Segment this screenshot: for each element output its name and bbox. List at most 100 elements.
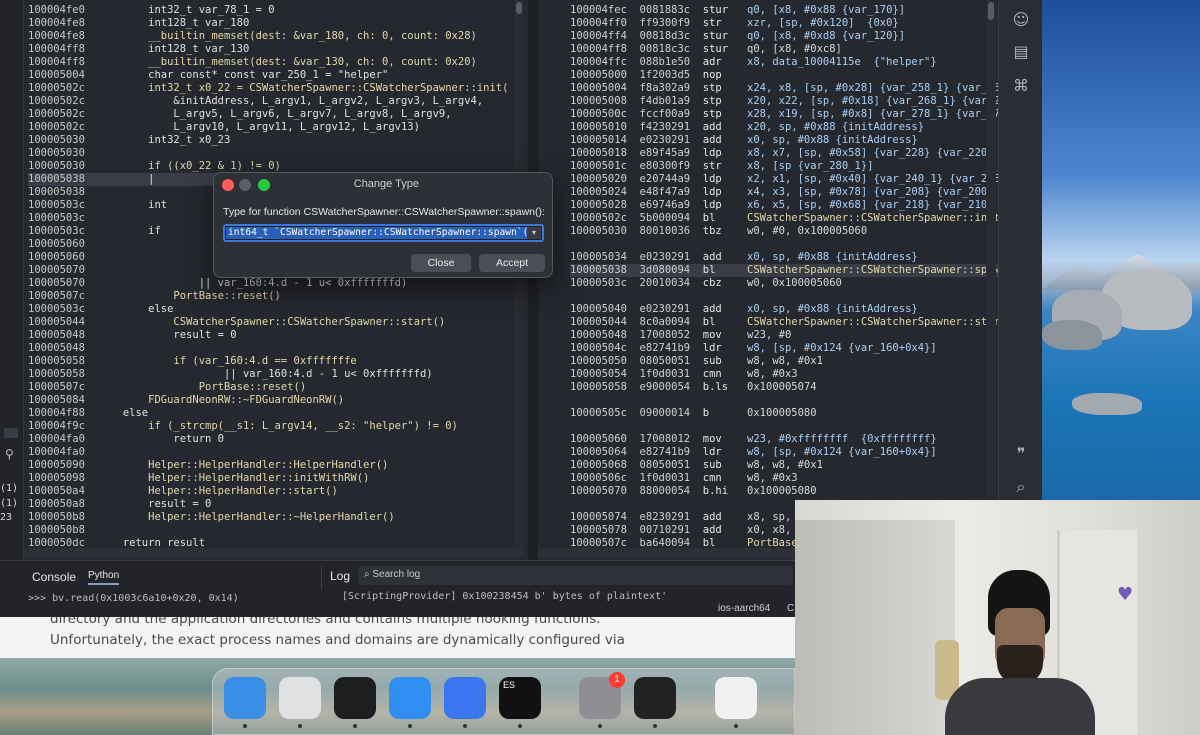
asm-operands[interactable]: x8, x7, [sp, #0x58] {var_228} {var_220}: [747, 147, 994, 159]
code-text[interactable]: if: [98, 225, 161, 237]
tab-python[interactable]: Python: [88, 570, 120, 585]
asm-operands[interactable]: w0, #0, 0x100005060: [747, 225, 867, 237]
asm-line[interactable]: 100005038 3d080094 bl CSWatcherSpawner::…: [570, 264, 998, 277]
code-line[interactable]: 100005084 FDGuardNeonRW::~FDGuardNeonRW(…: [28, 394, 508, 407]
code-line[interactable]: 10000503c else: [28, 303, 508, 316]
asm-operands[interactable]: x2, x1, [sp, #0x40] {var_240_1} {var_238…: [747, 173, 998, 185]
asm-line[interactable]: 100004ffc 088b1e50 adr x8, data_10004115…: [570, 56, 998, 69]
asm-line[interactable]: 100005018 e89f45a9 ldp x8, x7, [sp, #0x5…: [570, 147, 998, 160]
asm-line[interactable]: 10000502c 5b000094 bl CSWatcherSpawner::…: [570, 212, 998, 225]
code-text[interactable]: int32_t x0_22 = CSWatcherSpawner::CSWatc…: [98, 82, 508, 94]
asm-line[interactable]: 100004ff0 ff9300f9 str xzr, [sp, #0x120]…: [570, 17, 998, 30]
asm-line[interactable]: 100005044 8c0a0094 bl CSWatcherSpawner::…: [570, 316, 998, 329]
asm-operands[interactable]: w8, w8, #0x1: [747, 355, 823, 367]
asm-operands[interactable]: x20, x22, [sp, #0x18] {var_268_1} {var_2…: [747, 95, 998, 107]
asm-line[interactable]: 100005040 e0230291 add x0, sp, #0x88 {in…: [570, 303, 998, 316]
asm-line[interactable]: 100004ff8 00818c3c stur q0, [x8, #0xc8]: [570, 43, 998, 56]
asm-operands[interactable]: x24, x8, [sp, #0x28] {var_258_1} {var_25…: [747, 82, 998, 94]
asm-line[interactable]: 100005014 e0230291 add x0, sp, #0x88 {in…: [570, 134, 998, 147]
code-text[interactable]: Helper::HelperHandler::initWithRW(): [98, 472, 369, 484]
code-text[interactable]: int32_t x0_23: [98, 134, 230, 146]
code-text[interactable]: result = 0: [98, 498, 211, 510]
asm-operands[interactable]: xzr, [sp, #0x120] {0x0}: [747, 17, 899, 29]
code-line[interactable]: 100005030: [28, 147, 508, 160]
asm-operands[interactable]: w8, [sp, #0x124 {var_160+0x4}]: [747, 342, 937, 354]
asm-line[interactable]: 100005034 e0230291 add x0, sp, #0x88 {in…: [570, 251, 998, 264]
asm-operands[interactable]: w8, w8, #0x1: [747, 459, 823, 471]
asm-line[interactable]: 100004fec 0081883c stur q0, [x8, #0x88 {…: [570, 4, 998, 17]
code-line[interactable]: 100005044 CSWatcherSpawner::CSWatcherSpa…: [28, 316, 508, 329]
code-text[interactable]: if ((x0_22 & 1) != 0): [98, 160, 281, 172]
asm-operands[interactable]: CSWatcherSpawner::CSWatcherSpawner::star…: [747, 316, 998, 328]
code-text[interactable]: &initAddress, L_argv1, L_argv2, L_argv3,…: [98, 95, 483, 107]
code-text[interactable]: result = 0: [98, 329, 236, 341]
left-scroll-thumb[interactable]: [516, 2, 522, 14]
code-line[interactable]: 100005048: [28, 342, 508, 355]
code-line[interactable]: 100005090 Helper::HelperHandler::HelperH…: [28, 459, 508, 472]
type-input-value[interactable]: int64_t `CSWatcherSpawner::CSWatcherSpaw…: [226, 227, 537, 239]
code-line[interactable]: 10000502c &initAddress, L_argv1, L_argv2…: [28, 95, 508, 108]
code-line[interactable]: 100005030 int32_t x0_23: [28, 134, 508, 147]
code-line[interactable]: 10000507c PortBase::reset(): [28, 290, 508, 303]
graph-icon[interactable]: ⌘: [1011, 76, 1031, 96]
asm-operands[interactable]: x0, sp, #0x88 {initAddress}: [747, 303, 918, 315]
asm-line[interactable]: 100005054 1f0d0031 cmn w8, #0x3: [570, 368, 998, 381]
asm-line[interactable]: 10000505c 09000014 b 0x100005080: [570, 407, 998, 420]
asm-line[interactable]: 100005024 e48f47a9 ldp x4, x3, [sp, #0x7…: [570, 186, 998, 199]
code-text[interactable]: Helper::HelperHandler::start(): [98, 485, 338, 497]
code-line[interactable]: 100004fe8 int128_t var_180: [28, 17, 508, 30]
asm-operands[interactable]: q0, [x8, #0xd8 {var_120}]: [747, 30, 905, 42]
asm-operands[interactable]: x20, sp, #0x88 {initAddress}: [747, 121, 924, 133]
code-text[interactable]: int: [98, 199, 167, 211]
code-line[interactable]: 100004fa0: [28, 446, 508, 459]
dock-icon-system-settings[interactable]: 1: [579, 672, 625, 719]
asm-operands[interactable]: x8, data_10004115e {"helper"}: [747, 56, 937, 68]
close-button[interactable]: Close: [411, 254, 471, 272]
asm-line[interactable]: 100005010 f4230291 add x20, sp, #0x88 {i…: [570, 121, 998, 134]
asm-operands[interactable]: x28, x19, [sp, #0x8] {var_278_1} {var_27…: [747, 108, 998, 120]
pane-splitter[interactable]: [528, 0, 538, 560]
code-text[interactable]: || var_160:4.d - 1 u< 0xfffffffd): [98, 368, 433, 380]
code-line[interactable]: 100004fe0 int32_t var_78_1 = 0: [28, 4, 508, 17]
code-line[interactable]: 1000050b8: [28, 524, 508, 537]
dock-icon-obs[interactable]: [634, 677, 676, 719]
code-text[interactable]: FDGuardNeonRW::~FDGuardNeonRW(): [98, 394, 344, 406]
code-line[interactable]: 100004ff8 __builtin_memset(dest: &var_13…: [28, 56, 508, 69]
asm-line[interactable]: 100005008 f4db01a9 stp x20, x22, [sp, #0…: [570, 95, 998, 108]
code-line[interactable]: 100004fe8 __builtin_memset(dest: &var_18…: [28, 30, 508, 43]
decompiled-code-pane[interactable]: 100004fe0 int32_t var_78_1 = 0 100004fe8 …: [0, 0, 528, 560]
asm-operands[interactable]: CSWatcherSpawner::CSWatcherSpawner::spaw…: [747, 264, 998, 276]
log-search-input[interactable]: ⌕ Search log: [358, 566, 793, 585]
code-line[interactable]: 100005048 result = 0: [28, 329, 508, 342]
code-text[interactable]: int128_t var_130: [98, 43, 249, 55]
asm-line[interactable]: 100005060 17008012 mov w23, #0xffffffff …: [570, 433, 998, 446]
dock-icon-privacy-app[interactable]: [279, 677, 321, 719]
dock-icon-elastic[interactable]: ES: [499, 677, 541, 719]
asm-line[interactable]: [570, 238, 998, 251]
architecture-label[interactable]: ios-aarch64: [718, 603, 770, 614]
code-line[interactable]: 10000502c int32_t x0_22 = CSWatcherSpawn…: [28, 82, 508, 95]
code-text[interactable]: else: [98, 407, 148, 419]
quote-icon[interactable]: ❞: [1011, 444, 1031, 464]
code-text[interactable]: L_argv5, L_argv6, L_argv7, L_argv8, L_ar…: [98, 108, 451, 120]
code-line[interactable]: 100005070 || var_160:4.d - 1 u< 0xffffff…: [28, 277, 508, 290]
code-text[interactable]: || var_160:4.d - 1 u< 0xfffffffd): [98, 277, 408, 289]
code-text[interactable]: if (var_160:4.d == 0xfffffffe: [98, 355, 356, 367]
right-vertical-scrollbar[interactable]: [986, 0, 996, 548]
code-line[interactable]: 100005058 || var_160:4.d - 1 u< 0xffffff…: [28, 368, 508, 381]
code-line[interactable]: 10000502c L_argv10, L_argv11, L_argv12, …: [28, 121, 508, 134]
asm-operands[interactable]: 0x100005074: [747, 381, 817, 393]
code-text[interactable]: L_argv10, L_argv11, L_argv12, L_argv13): [98, 121, 420, 133]
code-line[interactable]: 100005058 if (var_160:4.d == 0xfffffffe: [28, 355, 508, 368]
asm-line[interactable]: [570, 290, 998, 303]
asm-line[interactable]: 100004ff4 00818d3c stur q0, [x8, #0xd8 {…: [570, 30, 998, 43]
asm-line[interactable]: 100005064 e82741b9 ldr w8, [sp, #0x124 {…: [570, 446, 998, 459]
asm-operands[interactable]: CSWatcherSpawner::CSWatcherSpawner::init: [747, 212, 998, 224]
asm-line[interactable]: 100005004 f8a302a9 stp x24, x8, [sp, #0x…: [570, 82, 998, 95]
code-text[interactable]: Helper::HelperHandler::HelperHandler(): [98, 459, 388, 471]
asm-line[interactable]: [570, 394, 998, 407]
asm-line[interactable]: 100005020 e20744a9 ldp x2, x1, [sp, #0x4…: [570, 173, 998, 186]
search-icon[interactable]: ⌕: [1011, 477, 1031, 497]
code-text[interactable]: PortBase::reset(): [98, 381, 306, 393]
asm-operands[interactable]: q0, [x8, #0x88 {var_170}]: [747, 4, 905, 16]
